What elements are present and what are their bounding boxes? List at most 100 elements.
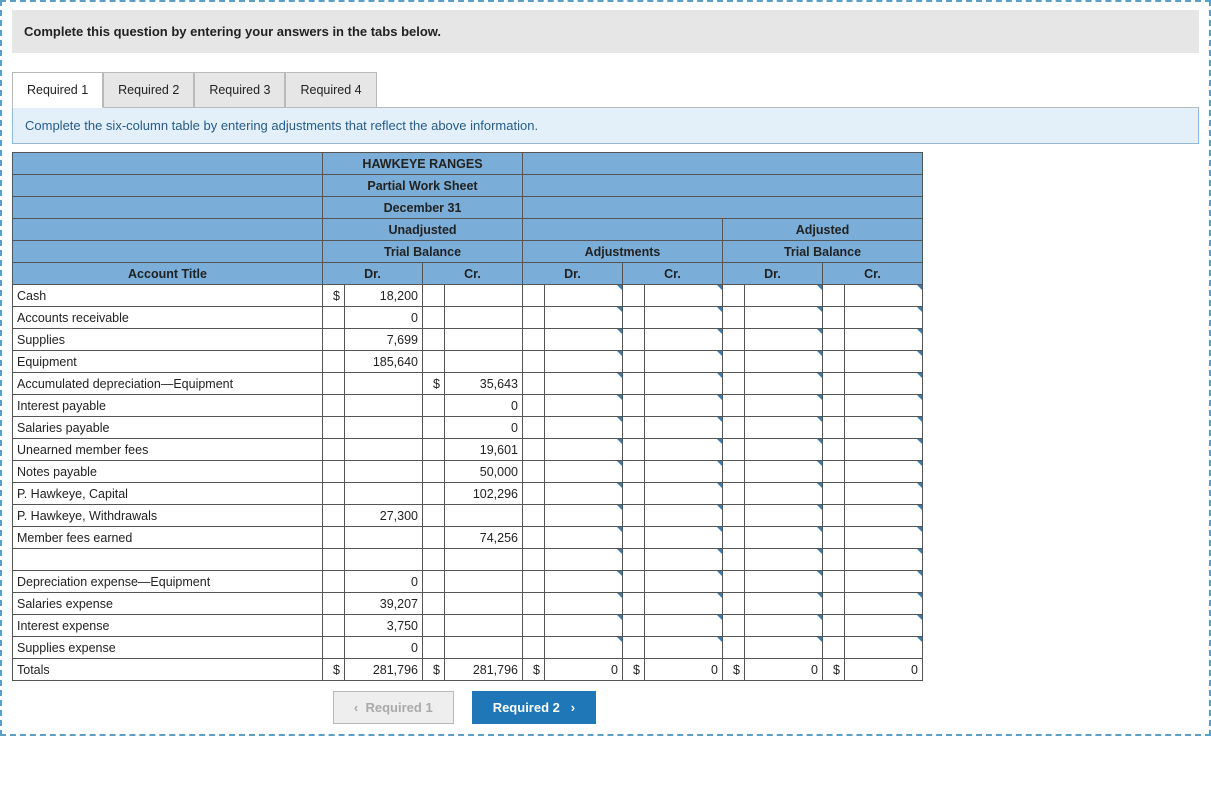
input-cell[interactable] bbox=[545, 483, 623, 505]
input-cell[interactable] bbox=[545, 395, 623, 417]
input-cell[interactable] bbox=[845, 461, 923, 483]
table-row: Supplies expense0 bbox=[13, 637, 923, 659]
input-cell[interactable] bbox=[745, 593, 823, 615]
input-cell[interactable] bbox=[845, 417, 923, 439]
nav-buttons: ‹ Required 1 Required 2 › bbox=[12, 691, 917, 724]
account-title-cell: Accumulated depreciation—Equipment bbox=[13, 373, 323, 395]
input-cell[interactable] bbox=[645, 505, 723, 527]
table-row: P. Hawkeye, Capital102,296 bbox=[13, 483, 923, 505]
input-cell[interactable] bbox=[845, 615, 923, 637]
input-cell[interactable] bbox=[745, 637, 823, 659]
input-cell[interactable] bbox=[845, 373, 923, 395]
col-adj-cr: Cr. bbox=[623, 263, 723, 285]
input-cell[interactable] bbox=[545, 329, 623, 351]
input-cell[interactable] bbox=[645, 351, 723, 373]
table-row bbox=[13, 549, 923, 571]
worksheet-table: HAWKEYE RANGES Partial Work Sheet Decemb… bbox=[12, 152, 923, 681]
input-cell[interactable] bbox=[745, 417, 823, 439]
input-cell[interactable] bbox=[745, 285, 823, 307]
input-cell[interactable] bbox=[545, 593, 623, 615]
account-title-cell: Salaries expense bbox=[13, 593, 323, 615]
input-cell[interactable] bbox=[545, 571, 623, 593]
input-cell[interactable] bbox=[845, 505, 923, 527]
input-cell[interactable] bbox=[845, 483, 923, 505]
input-cell[interactable] bbox=[545, 527, 623, 549]
input-cell[interactable] bbox=[545, 285, 623, 307]
input-cell[interactable] bbox=[645, 439, 723, 461]
input-cell[interactable] bbox=[845, 307, 923, 329]
input-cell[interactable] bbox=[545, 439, 623, 461]
input-cell[interactable] bbox=[845, 439, 923, 461]
input-cell[interactable] bbox=[545, 461, 623, 483]
input-cell[interactable] bbox=[645, 417, 723, 439]
table-row: Unearned member fees19,601 bbox=[13, 439, 923, 461]
input-cell[interactable] bbox=[645, 329, 723, 351]
table-row: Notes payable50,000 bbox=[13, 461, 923, 483]
input-cell[interactable] bbox=[745, 461, 823, 483]
col-unadj-cr: Cr. bbox=[423, 263, 523, 285]
next-button[interactable]: Required 2 › bbox=[472, 691, 596, 724]
input-cell[interactable] bbox=[745, 329, 823, 351]
input-cell[interactable] bbox=[645, 483, 723, 505]
account-title-cell: Cash bbox=[13, 285, 323, 307]
account-title-cell: Interest payable bbox=[13, 395, 323, 417]
input-cell[interactable] bbox=[745, 373, 823, 395]
input-cell[interactable] bbox=[745, 615, 823, 637]
account-title-cell: Supplies bbox=[13, 329, 323, 351]
tab-required-4[interactable]: Required 4 bbox=[285, 72, 376, 108]
question-container: Complete this question by entering your … bbox=[0, 0, 1211, 736]
input-cell[interactable] bbox=[745, 571, 823, 593]
input-cell[interactable] bbox=[545, 505, 623, 527]
input-cell[interactable] bbox=[645, 571, 723, 593]
tab-required-2[interactable]: Required 2 bbox=[103, 72, 194, 108]
input-cell[interactable] bbox=[645, 637, 723, 659]
col-unadj-dr: Dr. bbox=[323, 263, 423, 285]
input-cell[interactable] bbox=[545, 373, 623, 395]
input-cell[interactable] bbox=[845, 527, 923, 549]
input-cell[interactable] bbox=[645, 593, 723, 615]
input-cell[interactable] bbox=[745, 483, 823, 505]
input-cell[interactable] bbox=[645, 307, 723, 329]
input-cell[interactable] bbox=[845, 285, 923, 307]
totals-row: Totals $ 281,796 $ 281,796 $ 0 $ 0 $ 0 $… bbox=[13, 659, 923, 681]
input-cell[interactable] bbox=[745, 351, 823, 373]
input-cell[interactable] bbox=[845, 549, 923, 571]
input-cell[interactable] bbox=[845, 351, 923, 373]
input-cell[interactable] bbox=[745, 549, 823, 571]
prev-label: Required 1 bbox=[366, 700, 433, 715]
input-cell[interactable] bbox=[845, 395, 923, 417]
input-cell[interactable] bbox=[645, 527, 723, 549]
input-cell[interactable] bbox=[545, 417, 623, 439]
table-row: Depreciation expense—Equipment0 bbox=[13, 571, 923, 593]
adjusted-header-1: Adjusted bbox=[723, 219, 923, 241]
input-cell[interactable] bbox=[745, 395, 823, 417]
prev-button: ‹ Required 1 bbox=[333, 691, 454, 724]
input-cell[interactable] bbox=[745, 527, 823, 549]
input-cell[interactable] bbox=[645, 373, 723, 395]
input-cell[interactable] bbox=[745, 307, 823, 329]
input-cell[interactable] bbox=[745, 439, 823, 461]
input-cell[interactable] bbox=[745, 505, 823, 527]
input-cell[interactable] bbox=[645, 395, 723, 417]
input-cell[interactable] bbox=[545, 615, 623, 637]
account-title-cell: Accounts receivable bbox=[13, 307, 323, 329]
tabs-row: Required 1 Required 2 Required 3 Require… bbox=[12, 71, 1199, 107]
input-cell[interactable] bbox=[545, 637, 623, 659]
input-cell[interactable] bbox=[545, 351, 623, 373]
input-cell[interactable] bbox=[845, 329, 923, 351]
input-cell[interactable] bbox=[645, 461, 723, 483]
input-cell[interactable] bbox=[645, 285, 723, 307]
tab-required-1[interactable]: Required 1 bbox=[12, 72, 103, 108]
input-cell[interactable] bbox=[545, 307, 623, 329]
input-cell[interactable] bbox=[645, 549, 723, 571]
input-cell[interactable] bbox=[545, 549, 623, 571]
input-cell[interactable] bbox=[845, 571, 923, 593]
next-label: Required 2 bbox=[493, 700, 560, 715]
input-cell[interactable] bbox=[845, 593, 923, 615]
chevron-left-icon: ‹ bbox=[354, 700, 358, 715]
tab-required-3[interactable]: Required 3 bbox=[194, 72, 285, 108]
input-cell[interactable] bbox=[645, 615, 723, 637]
account-title-cell: Notes payable bbox=[13, 461, 323, 483]
input-cell[interactable] bbox=[845, 637, 923, 659]
col-adj-dr: Dr. bbox=[523, 263, 623, 285]
